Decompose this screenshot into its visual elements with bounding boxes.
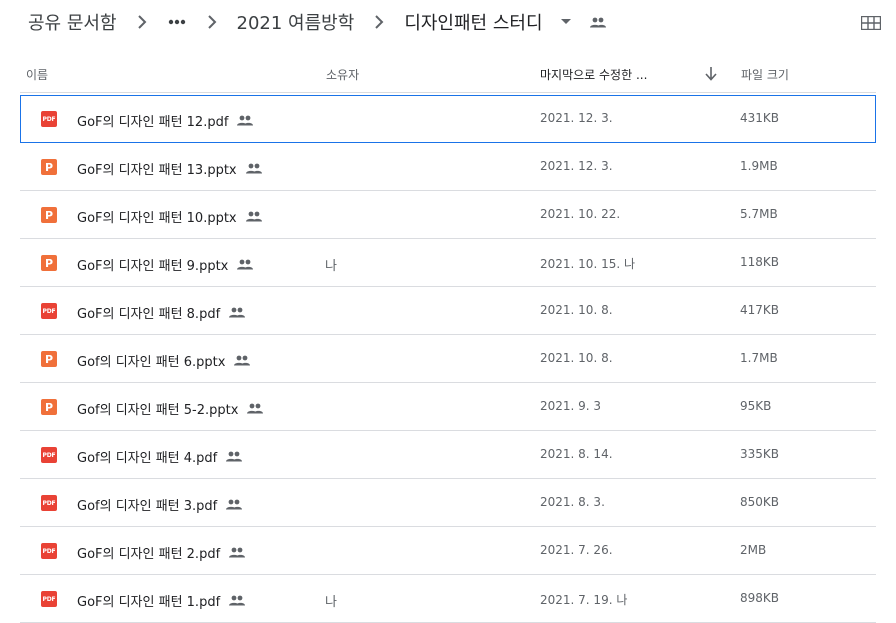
- file-modified-date: 2021. 7. 19. 나: [540, 593, 628, 607]
- file-modified-date: 2021. 10. 8.: [540, 303, 613, 317]
- people-icon: [225, 498, 243, 512]
- file-name-text: GoF의 디자인 패턴 9.pptx: [77, 259, 229, 274]
- file-size: 335KB: [740, 447, 780, 461]
- people-icon: [236, 114, 254, 128]
- header-divider: [20, 92, 876, 93]
- column-header-last-modified[interactable]: 마지막으로 수정한 ...: [540, 58, 647, 90]
- file-size: 431KB: [740, 111, 780, 125]
- file-modified-date: 2021. 10. 8.: [540, 351, 613, 365]
- pdf-file-icon: PDF: [41, 303, 57, 319]
- chevron-right-icon: [368, 11, 390, 33]
- file-row[interactable]: P Gof의 디자인 패턴 6.pptx 2021. 10. 8. 1.7MB: [20, 335, 876, 383]
- file-modified-date: 2021. 8. 3.: [540, 495, 605, 509]
- file-name: Gof의 디자인 패턴 3.pdf: [77, 495, 243, 514]
- file-name: GoF의 디자인 패턴 9.pptx: [77, 255, 254, 274]
- file-name: GoF의 디자인 패턴 13.pptx: [77, 159, 263, 178]
- people-icon: [246, 402, 264, 416]
- people-icon: [233, 354, 251, 368]
- pdf-file-icon: PDF: [41, 543, 57, 559]
- file-name-text: Gof의 디자인 패턴 4.pdf: [77, 451, 218, 466]
- chevron-right-icon: [131, 11, 153, 33]
- file-modified-date: 2021. 9. 3: [540, 399, 602, 413]
- column-header-owner[interactable]: 소유자: [326, 58, 359, 90]
- file-name-text: GoF의 디자인 패턴 13.pptx: [77, 163, 237, 178]
- file-modified-date: 2021. 7. 26.: [540, 543, 613, 557]
- file-name-text: Gof의 디자인 패턴 3.pdf: [77, 499, 218, 514]
- file-row[interactable]: PDF GoF의 디자인 패턴 8.pdf 2021. 10. 8. 417KB: [20, 287, 876, 335]
- people-icon: [228, 306, 246, 320]
- file-name: GoF의 디자인 패턴 12.pdf: [77, 111, 254, 130]
- pptx-file-icon: P: [41, 255, 57, 271]
- file-modified-date: 2021. 10. 15. 나: [540, 257, 636, 271]
- file-name: GoF의 디자인 패턴 10.pptx: [77, 207, 263, 226]
- pdf-file-icon: PDF: [41, 495, 57, 511]
- file-size: 1.7MB: [740, 351, 778, 365]
- pptx-file-icon: P: [41, 351, 57, 367]
- file-name: GoF의 디자인 패턴 8.pdf: [77, 303, 246, 322]
- file-owner: 나: [325, 259, 337, 274]
- file-name: GoF의 디자인 패턴 1.pdf: [77, 591, 246, 610]
- file-name: GoF의 디자인 패턴 2.pdf: [77, 543, 246, 562]
- file-size: 95KB: [740, 399, 772, 413]
- arrow-drop-down-icon[interactable]: [557, 13, 575, 31]
- file-size: 118KB: [740, 255, 780, 269]
- file-name-text: GoF의 디자인 패턴 1.pdf: [77, 595, 221, 610]
- file-list: PDF GoF의 디자인 패턴 12.pdf 2021. 12. 3. 431KB P G…: [20, 95, 876, 623]
- file-row[interactable]: P GoF의 디자인 패턴 10.pptx 2021. 10. 22. 5.7MB: [20, 191, 876, 239]
- file-size: 5.7MB: [740, 207, 778, 221]
- pptx-file-icon: P: [41, 399, 57, 415]
- file-name-text: GoF의 디자인 패턴 8.pdf: [77, 307, 221, 322]
- breadcrumb-shared-drive[interactable]: 공유 문서함: [20, 5, 125, 39]
- pdf-file-icon: PDF: [41, 111, 57, 127]
- more-horiz-icon[interactable]: [163, 8, 191, 36]
- file-modified-date: 2021. 12. 3.: [540, 111, 613, 125]
- file-row[interactable]: P GoF의 디자인 패턴 13.pptx 2021. 12. 3. 1.9MB: [20, 143, 876, 191]
- people-icon: [228, 594, 246, 608]
- breadcrumb-parent-folder[interactable]: 2021 여름방학: [229, 5, 363, 39]
- file-size: 898KB: [740, 591, 780, 605]
- file-size: 1.9MB: [740, 159, 778, 173]
- file-name-text: GoF의 디자인 패턴 10.pptx: [77, 211, 237, 226]
- people-icon: [245, 162, 263, 176]
- file-row[interactable]: P GoF의 디자인 패턴 9.pptx 나 2021. 10. 15. 나 118KB: [20, 239, 876, 287]
- file-owner: 나: [325, 595, 337, 610]
- pptx-file-icon: P: [41, 207, 57, 223]
- people-icon: [225, 450, 243, 464]
- people-icon: [587, 11, 609, 33]
- file-name-text: GoF의 디자인 패턴 2.pdf: [77, 547, 221, 562]
- file-name-text: Gof의 디자인 패턴 5-2.pptx: [77, 403, 239, 418]
- file-name-text: Gof의 디자인 패턴 6.pptx: [77, 355, 226, 370]
- column-header-name[interactable]: 이름: [26, 58, 48, 90]
- file-name-text: GoF의 디자인 패턴 12.pdf: [77, 115, 229, 130]
- file-modified-date: 2021. 12. 3.: [540, 159, 613, 173]
- file-modified-date: 2021. 8. 14.: [540, 447, 613, 461]
- file-name: Gof의 디자인 패턴 6.pptx: [77, 351, 251, 370]
- chevron-right-icon: [201, 11, 223, 33]
- file-modified-date: 2021. 10. 22.: [540, 207, 621, 221]
- file-size: 850KB: [740, 495, 780, 509]
- file-row[interactable]: PDF GoF의 디자인 패턴 2.pdf 2021. 7. 26. 2MB: [20, 527, 876, 575]
- file-size: 2MB: [740, 543, 767, 557]
- pdf-file-icon: PDF: [41, 447, 57, 463]
- file-size: 417KB: [740, 303, 780, 317]
- grid-view-icon[interactable]: [858, 12, 884, 34]
- people-icon: [245, 210, 263, 224]
- breadcrumb: 공유 문서함 2021 여름방학 디자인패턴 스터디: [20, 0, 609, 44]
- file-row[interactable]: PDF Gof의 디자인 패턴 4.pdf 2021. 8. 14. 335KB: [20, 431, 876, 479]
- file-name: Gof의 디자인 패턴 5-2.pptx: [77, 399, 264, 418]
- file-row[interactable]: PDF GoF의 디자인 패턴 12.pdf 2021. 12. 3. 431KB: [20, 95, 876, 143]
- file-row[interactable]: P Gof의 디자인 패턴 5-2.pptx 2021. 9. 3 95KB: [20, 383, 876, 431]
- column-header-file-size[interactable]: 파일 크기: [741, 58, 789, 90]
- file-row[interactable]: PDF GoF의 디자인 패턴 1.pdf 나 2021. 7. 19. 나 898KB: [20, 575, 876, 623]
- breadcrumb-current-folder[interactable]: 디자인패턴 스터디: [396, 5, 550, 39]
- pptx-file-icon: P: [41, 159, 57, 175]
- pdf-file-icon: PDF: [41, 591, 57, 607]
- people-icon: [236, 258, 254, 272]
- file-row[interactable]: PDF Gof의 디자인 패턴 3.pdf 2021. 8. 3. 850KB: [20, 479, 876, 527]
- file-name: Gof의 디자인 패턴 4.pdf: [77, 447, 243, 466]
- people-icon: [228, 546, 246, 560]
- arrow-downward-icon[interactable]: [702, 65, 720, 83]
